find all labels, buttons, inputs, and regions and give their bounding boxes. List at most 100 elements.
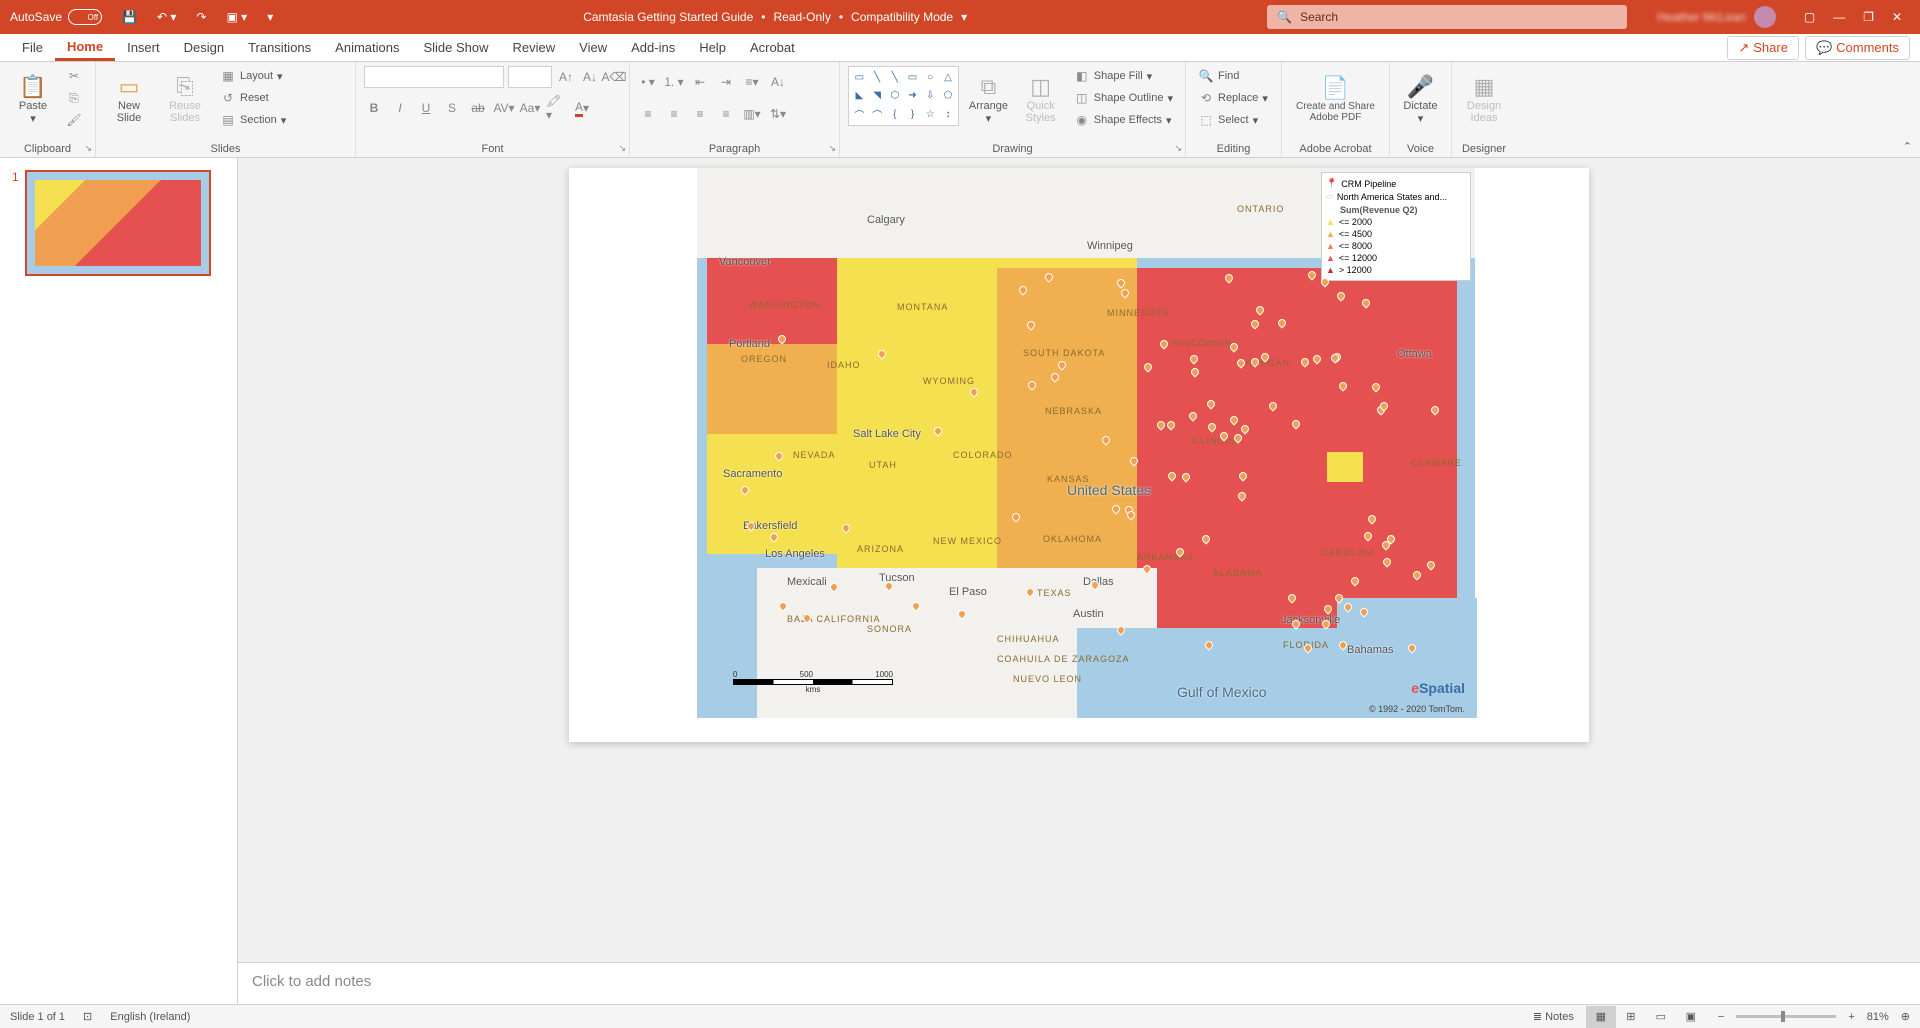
arrange-button[interactable]: ⧉Arrange▾ <box>965 66 1011 132</box>
replace-button[interactable]: ⟲Replace ▾ <box>1194 88 1272 108</box>
select-button[interactable]: ⬚Select ▾ <box>1194 110 1272 130</box>
slide-canvas[interactable]: CalgaryWinnipegVancouverPortlandSalt Lak… <box>238 158 1920 962</box>
text-direction-icon[interactable]: ⇅▾ <box>768 104 788 124</box>
cut-icon[interactable]: ✂ <box>64 66 84 86</box>
tab-transitions[interactable]: Transitions <box>236 36 323 59</box>
reuse-slides-button[interactable]: ⎘Reuse Slides <box>160 66 210 132</box>
language-status[interactable]: English (Ireland) <box>110 1011 190 1023</box>
numbering-icon[interactable]: 1. ▾ <box>664 72 684 92</box>
dictate-button[interactable]: 🎤Dictate▾ <box>1398 66 1443 132</box>
slide-1[interactable]: CalgaryWinnipegVancouverPortlandSalt Lak… <box>569 168 1589 742</box>
undo-icon[interactable]: ↶ ▾ <box>157 10 176 24</box>
slide-thumbnail-1[interactable] <box>25 170 211 276</box>
align-right-icon[interactable]: ≡ <box>690 104 710 124</box>
zoom-level[interactable]: 81% <box>1867 1011 1889 1023</box>
clear-format-icon[interactable]: A⌫ <box>604 67 624 87</box>
shadow-icon[interactable]: S <box>442 98 462 118</box>
increase-font-icon[interactable]: A↑ <box>556 67 576 87</box>
char-spacing-icon[interactable]: AV▾ <box>494 98 514 118</box>
drawing-launcher-icon[interactable]: ↘ <box>1174 143 1182 154</box>
change-case-icon[interactable]: Aa▾ <box>520 98 540 118</box>
ribbon-display-icon[interactable]: ▢ <box>1804 10 1815 24</box>
maximize-icon[interactable]: ❐ <box>1863 10 1874 24</box>
close-icon[interactable]: ✕ <box>1892 10 1902 24</box>
notes-pane[interactable]: Click to add notes <box>238 962 1920 1004</box>
shape-outline-button[interactable]: ◫Shape Outline ▾ <box>1070 88 1177 108</box>
present-icon[interactable]: ▣ ▾ <box>226 10 247 24</box>
increase-indent-icon[interactable]: ⇥ <box>716 72 736 92</box>
tab-help[interactable]: Help <box>687 36 738 59</box>
columns-icon[interactable]: ▥▾ <box>742 104 762 124</box>
find-button[interactable]: 🔍Find <box>1194 66 1272 86</box>
shapes-gallery[interactable]: ▭╲╲▭○△ ◣◥⬡➜⇩⬠ ⌒⌒{}☆↕ <box>848 66 959 126</box>
shape-fill-button[interactable]: ◧Shape Fill ▾ <box>1070 66 1177 86</box>
normal-view-icon[interactable]: ▦ <box>1586 1006 1616 1028</box>
search-box[interactable]: 🔍 Search <box>1267 5 1627 29</box>
tab-animations[interactable]: Animations <box>323 36 411 59</box>
font-name-input[interactable] <box>364 66 504 88</box>
tab-review[interactable]: Review <box>501 36 568 59</box>
qat-more-icon[interactable]: ▾ <box>267 10 273 24</box>
notes-toggle[interactable]: ≣ Notes <box>1533 1010 1574 1023</box>
autosave-switch[interactable]: Off <box>68 9 102 25</box>
justify-icon[interactable]: ≡ <box>716 104 736 124</box>
font-size-input[interactable] <box>508 66 552 88</box>
bold-icon[interactable]: B <box>364 98 384 118</box>
sorter-view-icon[interactable]: ⊞ <box>1616 1006 1646 1028</box>
zoom-in-icon[interactable]: + <box>1848 1011 1854 1023</box>
font-color-icon[interactable]: A▾ <box>572 98 592 118</box>
comments-button[interactable]: 💬Comments <box>1805 36 1910 60</box>
copy-icon[interactable]: ⎘ <box>64 88 84 108</box>
slideshow-view-icon[interactable]: ▣ <box>1676 1006 1706 1028</box>
shape-effects-button[interactable]: ◉Shape Effects ▾ <box>1070 110 1177 130</box>
reset-button[interactable]: ↺Reset <box>216 88 290 108</box>
redo-icon[interactable]: ↷ <box>196 10 206 24</box>
quick-styles-button[interactable]: ◫Quick Styles <box>1018 66 1064 132</box>
tab-acrobat[interactable]: Acrobat <box>738 36 807 59</box>
share-button[interactable]: ↗Share <box>1727 36 1799 60</box>
user-account[interactable]: Heather McLean <box>1647 6 1786 28</box>
paste-button[interactable]: 📋Paste▾ <box>8 66 58 132</box>
decrease-indent-icon[interactable]: ⇤ <box>690 72 710 92</box>
state-label: WASHINGTON <box>749 300 821 310</box>
collapse-ribbon-icon[interactable]: ⌃ <box>1903 141 1912 153</box>
tab-slideshow[interactable]: Slide Show <box>411 36 500 59</box>
tab-file[interactable]: File <box>10 36 55 59</box>
line-spacing-icon[interactable]: ≡▾ <box>742 72 762 92</box>
underline-icon[interactable]: U <box>416 98 436 118</box>
zoom-out-icon[interactable]: − <box>1718 1011 1724 1023</box>
tab-design[interactable]: Design <box>172 36 236 59</box>
zoom-slider[interactable] <box>1736 1015 1836 1018</box>
title-dropdown-icon[interactable]: ▾ <box>961 10 967 24</box>
format-painter-icon[interactable]: 🖌 <box>64 110 84 130</box>
save-icon[interactable]: 💾 <box>122 10 137 24</box>
align-center-icon[interactable]: ≡ <box>664 104 684 124</box>
italic-icon[interactable]: I <box>390 98 410 118</box>
design-ideas-button[interactable]: ▦Design Ideas <box>1460 66 1508 132</box>
decrease-font-icon[interactable]: A↓ <box>580 67 600 87</box>
font-launcher-icon[interactable]: ↘ <box>618 143 626 154</box>
paragraph-launcher-icon[interactable]: ↘ <box>828 143 836 154</box>
tab-home[interactable]: Home <box>55 35 115 61</box>
state-label: OREGON <box>741 354 787 364</box>
tab-view[interactable]: View <box>567 36 619 59</box>
highlight-icon[interactable]: 🖍▾ <box>546 98 566 118</box>
create-pdf-button[interactable]: 📄Create and Share Adobe PDF <box>1290 66 1381 132</box>
strike-icon[interactable]: ab <box>468 98 488 118</box>
bullets-icon[interactable]: • ▾ <box>638 72 658 92</box>
minimize-icon[interactable]: — <box>1833 10 1845 24</box>
autosave-toggle[interactable]: AutoSave Off <box>0 9 112 25</box>
new-slide-button[interactable]: ▭New Slide <box>104 66 154 132</box>
clipboard-launcher-icon[interactable]: ↘ <box>84 143 92 154</box>
slide-counter[interactable]: Slide 1 of 1 <box>10 1011 65 1023</box>
align-left-icon[interactable]: ≡ <box>638 104 658 124</box>
legend-bucket: ▲<= 2000 <box>1326 216 1466 228</box>
tab-insert[interactable]: Insert <box>115 36 172 59</box>
accessibility-icon[interactable]: ⊡ <box>83 1010 92 1023</box>
layout-button[interactable]: ▦Layout ▾ <box>216 66 290 86</box>
sort-icon[interactable]: A↓ <box>768 72 788 92</box>
reading-view-icon[interactable]: ▭ <box>1646 1006 1676 1028</box>
fit-window-icon[interactable]: ⊕ <box>1901 1010 1910 1023</box>
section-button[interactable]: ▤Section ▾ <box>216 110 290 130</box>
tab-addins[interactable]: Add-ins <box>619 36 687 59</box>
